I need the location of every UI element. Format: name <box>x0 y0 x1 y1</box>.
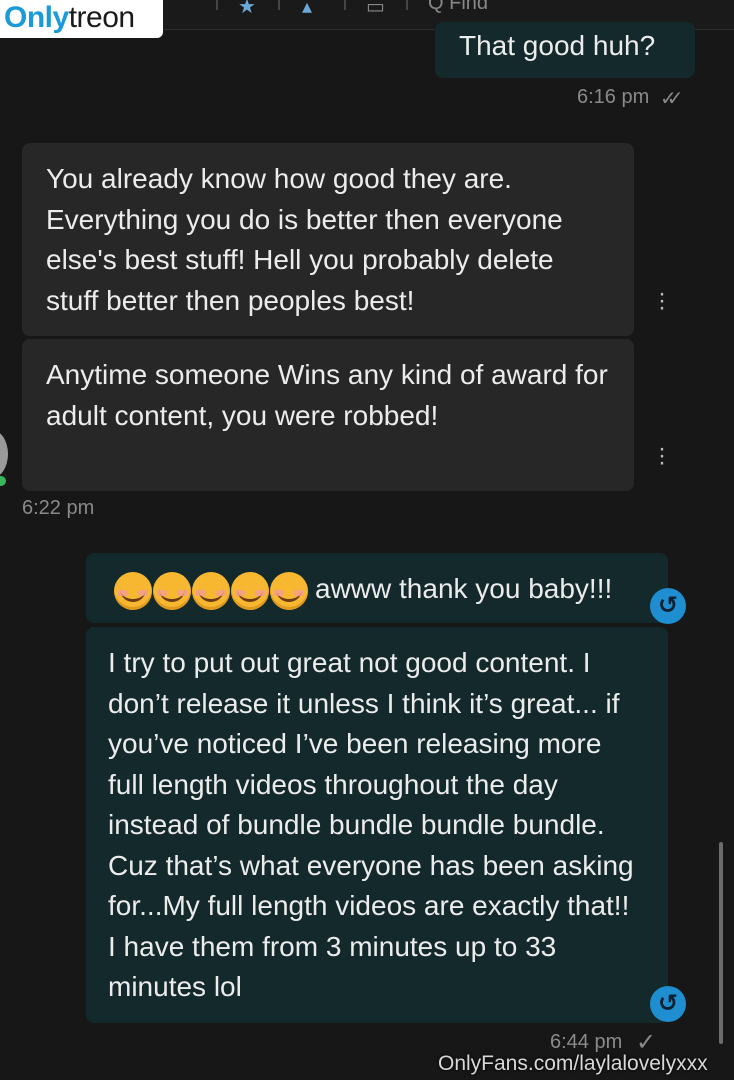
bell-icon[interactable]: ▴ <box>302 0 312 19</box>
message-text: awww thank you baby!!! <box>315 573 613 605</box>
toolbar-divider <box>216 0 218 10</box>
smiling-face-icon <box>192 571 230 610</box>
smiling-face-icon <box>153 571 191 610</box>
undo-reply-icon[interactable]: ↺ <box>650 986 686 1022</box>
message-timestamp: 6:44 pm <box>550 1031 623 1053</box>
message-text: That good huh? <box>459 30 656 61</box>
message-bubble-incoming[interactable]: Anytime someone Wins any kind of award f… <box>22 339 634 491</box>
message-bubble-outgoing[interactable]: That good huh? <box>435 22 695 78</box>
smiling-face-icon <box>270 571 308 610</box>
message-text: You already know how good they are. Ever… <box>46 163 563 316</box>
site-watermark-logo: Onlytreon <box>0 0 163 38</box>
smiling-face-icon <box>114 571 152 610</box>
undo-reply-icon[interactable]: ↺ <box>650 588 686 624</box>
message-bubble-outgoing[interactable]: I try to put out great not good content.… <box>86 627 668 1023</box>
star-icon[interactable]: ★ <box>238 0 256 19</box>
smiling-emoji-icons <box>114 569 309 610</box>
image-icon[interactable]: ▭ <box>366 0 385 19</box>
message-text: I try to put out great not good content.… <box>108 647 634 1002</box>
more-options-icon[interactable]: · · · <box>657 437 667 475</box>
double-check-icon: ✓✓ <box>660 88 683 110</box>
message-bubble-incoming[interactable]: You already know how good they are. Ever… <box>22 143 634 336</box>
toolbar-divider <box>406 0 408 10</box>
online-status-dot <box>0 476 6 486</box>
scrollbar[interactable] <box>719 842 723 1044</box>
more-options-icon[interactable]: · · · <box>657 282 667 320</box>
smiling-face-icon <box>231 571 269 610</box>
message-timestamp: 6:16 pm <box>577 86 650 108</box>
footer-watermark: OnlyFans.com/laylalovelyxxx <box>438 1052 708 1075</box>
toolbar-divider <box>344 0 346 10</box>
message-timestamp: 6:22 pm <box>22 497 95 519</box>
find-button[interactable]: Q Find <box>428 0 488 15</box>
message-bubble-outgoing[interactable]: awww thank you baby!!! <box>86 553 668 623</box>
avatar[interactable] <box>0 430 8 478</box>
toolbar-divider <box>278 0 280 10</box>
message-text: Anytime someone Wins any kind of award f… <box>46 359 608 431</box>
